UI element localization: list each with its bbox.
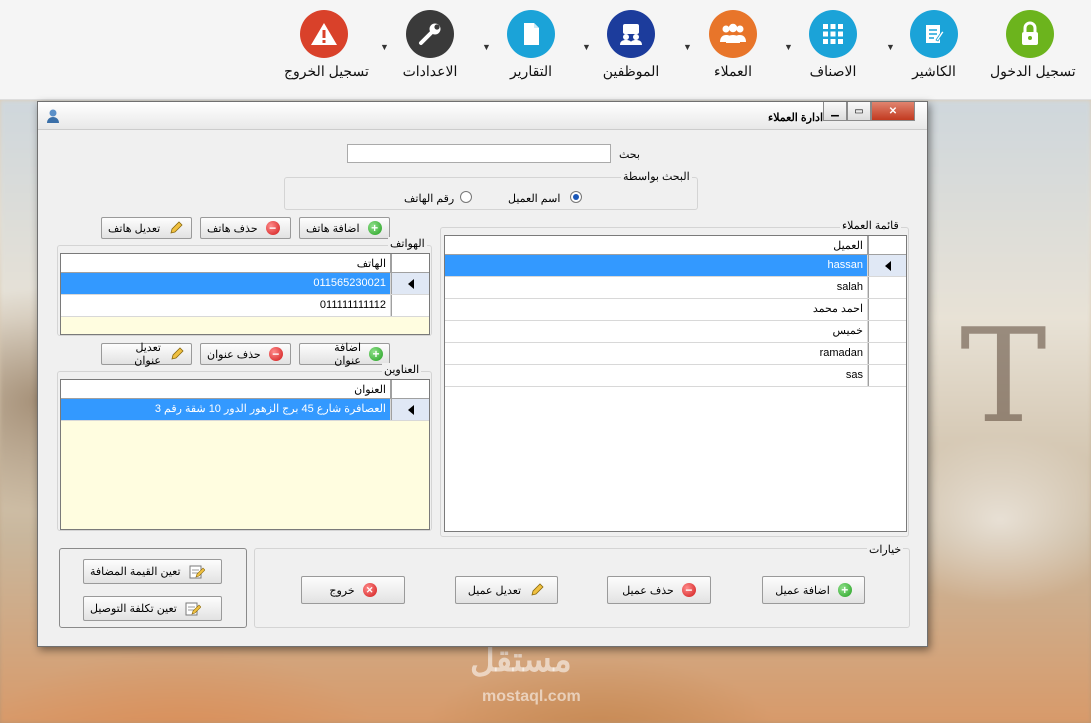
delete-address-button[interactable]: − حذف عنوان <box>200 343 291 365</box>
lock-icon <box>1006 10 1054 58</box>
search-by-label: البحث بواسطة <box>621 170 692 183</box>
table-row[interactable]: العصافرة شارع 45 برج الزهور الدور 10 شقة… <box>61 399 429 421</box>
grid-header: العنوان <box>61 380 429 399</box>
delete-customer-button[interactable]: − حذف عميل <box>607 576 711 604</box>
table-row[interactable]: خميس <box>445 321 906 343</box>
table-row[interactable]: ramadan <box>445 343 906 365</box>
edit-note-icon <box>189 565 205 578</box>
grid-icon <box>809 10 857 58</box>
maximize-button[interactable]: ▭ <box>847 102 871 121</box>
phones-grid[interactable]: الهاتف 011565230021 011111111112 <box>60 253 430 335</box>
edit-customer-button[interactable]: تعديل عميل <box>455 576 558 604</box>
add-customer-button[interactable]: + اضافة عميل <box>762 576 865 604</box>
set-vat-button[interactable]: تعين القيمة المضافة <box>83 559 222 584</box>
toolbar-items[interactable]: الاصناف <box>793 10 873 80</box>
chevron-down-icon[interactable]: ▼ <box>683 42 692 52</box>
row-indicator-icon <box>391 273 429 294</box>
addresses-group-label: العناوين <box>382 363 422 376</box>
radio-phone-label: رقم الهاتف <box>404 193 455 205</box>
close-icon: ✕ <box>362 583 377 597</box>
toolbar-label: تسجيل الخروج <box>284 63 369 79</box>
pencil-icon <box>170 221 183 234</box>
toolbar-label: التقارير <box>509 63 553 79</box>
chevron-down-icon[interactable]: ▼ <box>582 42 591 52</box>
users-icon <box>709 10 757 58</box>
close-button[interactable]: ✕ <box>871 102 915 121</box>
radio-customer-name[interactable] <box>570 191 582 203</box>
pencil-icon <box>531 583 544 596</box>
main-toolbar: تسجيل الدخول ▼ الكاشير ▼ الاصناف ▼ العمل… <box>0 0 1091 100</box>
toolbar-label: الموظفين <box>602 63 660 79</box>
column-header-customer[interactable]: العميل <box>445 236 868 254</box>
toolbar-logout[interactable]: تسجيل الخروج <box>284 10 369 80</box>
background-letter: T <box>960 300 1047 452</box>
dialog-titlebar[interactable]: ادارة العملاء ▁ ▭ ✕ <box>38 102 927 130</box>
toolbar-login[interactable]: تسجيل الدخول <box>990 10 1076 80</box>
customers-dialog: ادارة العملاء ▁ ▭ ✕ بحث البحث بواسطة اسم… <box>37 101 928 647</box>
radio-phone[interactable] <box>460 191 472 206</box>
toolbar-cashier[interactable]: الكاشير <box>894 10 974 80</box>
toolbar-employees[interactable]: الموظفين <box>591 10 671 80</box>
toolbar-label: الكاشير <box>912 63 956 79</box>
pencil-icon <box>171 347 184 360</box>
table-row[interactable]: 011565230021 <box>61 273 429 295</box>
search-input[interactable] <box>347 144 611 163</box>
edit-note-icon <box>185 602 201 615</box>
chevron-down-icon[interactable]: ▼ <box>380 42 389 52</box>
toolbar-label: الاصناف <box>809 63 857 79</box>
remove-icon: − <box>268 347 283 361</box>
remove-icon: − <box>681 583 696 597</box>
set-delivery-cost-button[interactable]: تعين تكلفة التوصيل <box>83 596 222 621</box>
options-group-label: خيارات <box>867 543 904 556</box>
row-indicator-icon <box>868 255 906 276</box>
table-row[interactable]: احمد محمد <box>445 299 906 321</box>
phones-group-label: الهواتف <box>388 237 427 250</box>
remove-icon: − <box>265 221 280 235</box>
add-icon: + <box>369 347 383 361</box>
table-row[interactable]: sas <box>445 365 906 387</box>
toolbar-label: الاعدادات <box>402 63 458 79</box>
wrench-icon <box>406 10 454 58</box>
toolbar-customers[interactable]: العملاء <box>693 10 773 80</box>
column-header-phone[interactable]: الهاتف <box>61 254 391 272</box>
table-row[interactable]: hassan <box>445 255 906 277</box>
add-address-button[interactable]: + اضافة عنوان <box>299 342 390 367</box>
row-indicator-icon <box>391 399 429 420</box>
add-icon: + <box>837 583 852 597</box>
add-icon: + <box>367 221 382 235</box>
table-row[interactable]: salah <box>445 277 906 299</box>
add-phone-button[interactable]: + اضافة هاتف <box>299 217 390 239</box>
radio-customer-name-label: اسم العميل <box>508 193 561 205</box>
toolbar-label: تسجيل الدخول <box>990 63 1076 79</box>
edit-phone-button[interactable]: تعديل هاتف <box>101 217 192 239</box>
edit-address-button[interactable]: تعديل عنوان <box>101 342 192 367</box>
addresses-grid[interactable]: العنوان العصافرة شارع 45 برج الزهور الدو… <box>60 379 430 530</box>
document-icon <box>507 10 555 58</box>
watermark-url: mostaql.com <box>482 688 581 705</box>
customers-grid[interactable]: العميل hassan salah احمد محمد خميس ramad… <box>444 235 907 532</box>
dialog-title: ادارة العملاء <box>768 112 823 124</box>
search-label: بحث <box>619 149 640 161</box>
toolbar-settings[interactable]: الاعدادات <box>390 10 470 80</box>
minimize-button[interactable]: ▁ <box>823 102 847 121</box>
grid-header: العميل <box>445 236 906 255</box>
toolbar-label: العملاء <box>714 63 752 79</box>
notepad-icon <box>910 10 958 58</box>
user-icon <box>46 108 60 127</box>
chevron-down-icon[interactable]: ▼ <box>784 42 793 52</box>
employees-icon <box>607 10 655 58</box>
grid-header: الهاتف <box>61 254 429 273</box>
exit-button[interactable]: ✕ خروج <box>301 576 405 604</box>
warning-icon <box>300 10 348 58</box>
toolbar-reports[interactable]: التقارير <box>491 10 571 80</box>
customers-group-label: قائمة العملاء <box>840 219 901 232</box>
column-header-address[interactable]: العنوان <box>61 380 391 398</box>
chevron-down-icon[interactable]: ▼ <box>482 42 491 52</box>
delete-phone-button[interactable]: − حذف هاتف <box>200 217 291 239</box>
table-row[interactable]: 011111111112 <box>61 295 429 317</box>
